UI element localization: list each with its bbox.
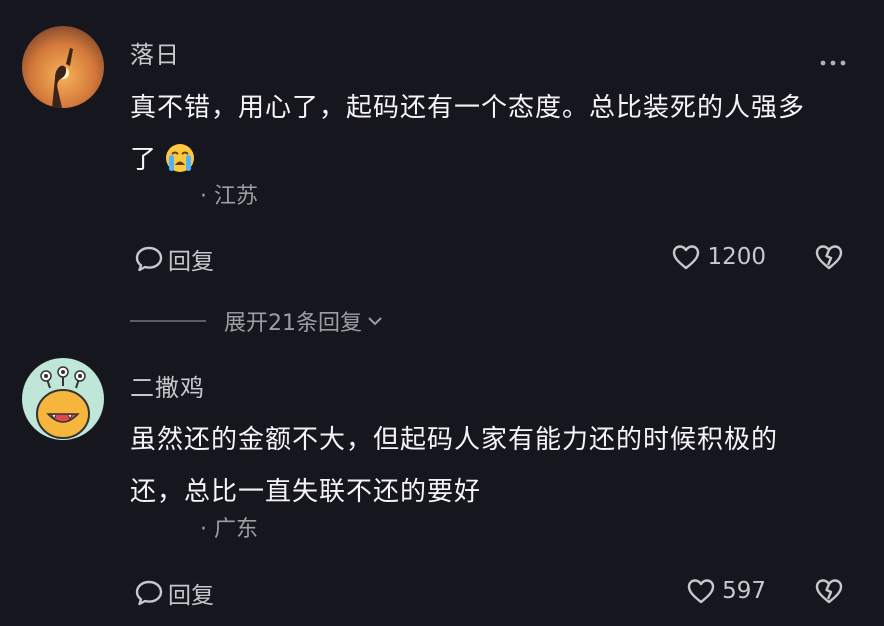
more-dots-icon[interactable] (820, 59, 846, 67)
location-label: · 江苏 (200, 184, 258, 209)
avatar[interactable] (22, 26, 104, 108)
like-button[interactable]: 1200 (671, 242, 766, 272)
reply-label: 回复 (168, 583, 214, 609)
monster-avatar-image (22, 358, 104, 440)
chevron-down-icon (368, 317, 382, 326)
expand-replies-label: 展开21条回复 (224, 311, 362, 336)
crying-face-icon (166, 144, 195, 172)
location-label: · 广东 (200, 517, 258, 542)
broken-heart-icon[interactable] (814, 576, 844, 606)
comment-text-line: 虽然还的金额不大，但起码人家有能力还的时候积极的 (130, 425, 779, 455)
like-button[interactable]: 597 (686, 576, 766, 606)
chat-bubble-icon (135, 246, 163, 272)
expand-replies-row: 展开21条回复 (130, 305, 384, 337)
reply-button[interactable]: 回复 (134, 576, 214, 610)
reply-label: 回复 (168, 249, 214, 275)
heart-outline-icon (673, 245, 700, 270)
expand-replies-button[interactable]: 展开21条回复 (224, 305, 384, 337)
sunset-avatar-image (22, 26, 104, 108)
comment-actions: 回复 597 (134, 576, 844, 610)
chat-bubble-icon (135, 580, 163, 606)
heart-outline-icon (687, 579, 715, 604)
username[interactable]: 落日 (130, 40, 180, 70)
like-count: 1200 (707, 244, 766, 270)
reply-button[interactable]: 回复 (134, 242, 214, 276)
avatar[interactable] (22, 358, 104, 440)
comment-text-line: 真不错，用心了，起码还有一个态度。总比装死的人强多 (130, 93, 806, 123)
comment-text-line: 了 (130, 134, 860, 186)
username[interactable]: 二撒鸡 (130, 373, 205, 403)
comment-list: 落日 真不错，用心了，起码还有一个态度。总比装死的人强多 了 · 江苏 回复 1… (0, 0, 884, 626)
comment-text-fragment: 了 (130, 145, 158, 175)
comment-text-line: 还，总比一直失联不还的要好 (130, 477, 482, 507)
broken-heart-icon[interactable] (814, 242, 844, 272)
comment-text: 虽然还的金额不大，但起码人家有能力还的时候积极的 还，总比一直失联不还的要好 (130, 414, 860, 518)
like-count: 597 (722, 578, 766, 604)
comment-actions: 回复 1200 (134, 242, 844, 276)
divider (130, 320, 206, 322)
comment-text: 真不错，用心了，起码还有一个态度。总比装死的人强多 了 (130, 82, 860, 186)
